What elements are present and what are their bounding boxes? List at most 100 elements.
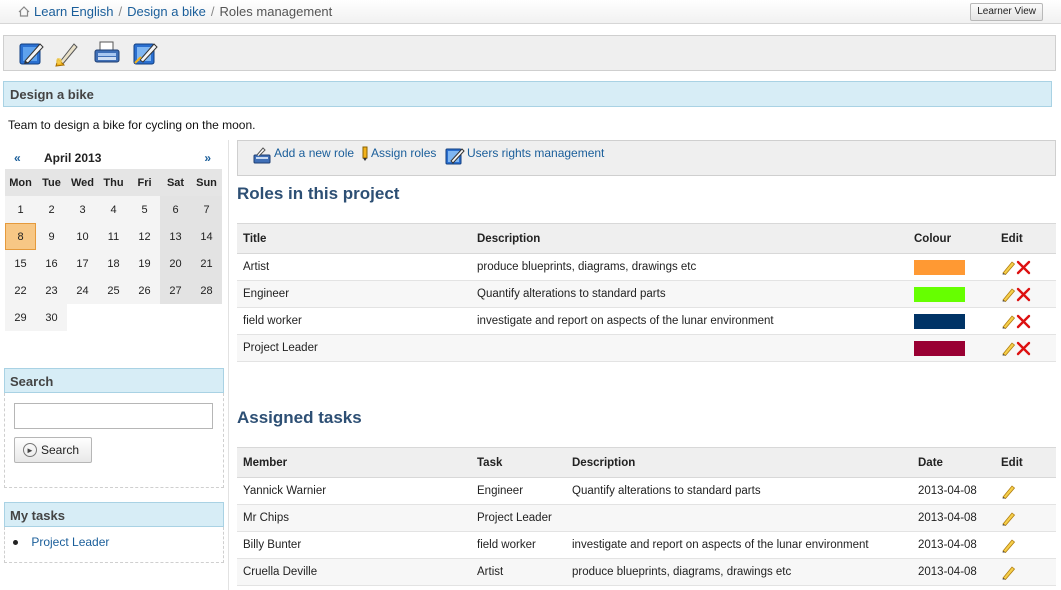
column-header-description: Description <box>471 223 908 254</box>
calendar-day[interactable]: 4 <box>98 196 129 223</box>
assigned-heading: Assigned tasks <box>237 408 362 427</box>
search-block-title: Search <box>4 368 224 393</box>
calendar-day[interactable]: 15 <box>5 250 36 277</box>
calendar-day[interactable]: 10 <box>67 223 98 250</box>
roles-table: Title Description Colour Edit Artist prod… <box>237 223 1056 362</box>
chevron-right-icon: ► <box>23 443 37 457</box>
role-colour-cell <box>908 253 995 281</box>
course-description: Team to design a bike for cycling on the… <box>8 118 256 132</box>
calendar-day[interactable]: 27 <box>160 277 191 304</box>
calendar-day[interactable]: 3 <box>67 196 98 223</box>
calendar-day[interactable]: 24 <box>67 277 98 304</box>
calendar-day-name: Sat <box>160 169 191 196</box>
calendar-day[interactable]: 29 <box>5 304 36 331</box>
assigned-member: Billy Bunter <box>237 531 471 559</box>
calendar-day[interactable]: 25 <box>98 277 129 304</box>
calendar-day[interactable]: 28 <box>191 277 222 304</box>
calendar-day[interactable]: 13 <box>160 223 191 250</box>
assigned-description: Quantify alterations to standard parts <box>566 477 912 505</box>
edit-pencil-icon[interactable] <box>1001 511 1016 526</box>
table-row: field worker investigate and report on as… <box>237 307 1056 335</box>
calendar-day[interactable]: 23 <box>36 277 67 304</box>
delete-x-icon[interactable] <box>1016 341 1031 356</box>
search-button[interactable]: ► Search <box>14 437 92 463</box>
calendar-day[interactable]: 6 <box>160 196 191 223</box>
role-title: Artist <box>237 253 471 281</box>
user-rights-link[interactable]: Users rights management <box>445 146 604 166</box>
edit-settings-icon[interactable] <box>131 39 159 67</box>
role-colour-swatch <box>914 286 965 302</box>
column-divider <box>228 140 229 590</box>
assigned-member: Mr Chips <box>237 504 471 532</box>
role-description: produce blueprints, diagrams, drawings e… <box>471 253 908 281</box>
calendar-day-name: Tue <box>36 169 67 196</box>
calendar-day[interactable]: 12 <box>129 223 160 250</box>
assigned-date: 2013-04-08 <box>912 558 995 586</box>
delete-x-icon[interactable] <box>1016 260 1031 275</box>
assigned-edit-actions <box>995 531 1056 559</box>
add-role-link[interactable]: Add a new role <box>252 146 354 166</box>
calendar-day[interactable]: 14 <box>191 223 222 250</box>
search-button-label: Search <box>41 443 80 457</box>
calendar-day-name: Thu <box>98 169 129 196</box>
role-colour-swatch <box>914 340 965 356</box>
course-toolbar <box>3 35 1056 71</box>
calendar-day[interactable]: 9 <box>36 223 67 250</box>
edit-pencil-icon[interactable] <box>1001 538 1016 553</box>
edit-pencil-icon[interactable] <box>1001 287 1016 302</box>
calendar-day[interactable]: 22 <box>5 277 36 304</box>
role-edit-actions <box>995 334 1056 362</box>
my-tasks-title: My tasks <box>4 502 224 527</box>
assign-roles-label: Assign roles <box>371 146 437 160</box>
role-colour-swatch <box>914 259 965 275</box>
edit-pencil-icon[interactable] <box>1001 314 1016 329</box>
calendar-day[interactable]: 21 <box>191 250 222 277</box>
calendar-day[interactable]: 20 <box>160 250 191 277</box>
roles-heading: Roles in this project <box>237 184 400 203</box>
brush-edit-icon[interactable] <box>53 39 81 67</box>
delete-x-icon[interactable] <box>1016 314 1031 329</box>
calendar-day[interactable]: 17 <box>67 250 98 277</box>
breadcrumb-separator: / <box>210 4 215 19</box>
assigned-task: Project Leader <box>471 504 566 532</box>
table-row: Artist produce blueprints, diagrams, draw… <box>237 253 1056 281</box>
calendar-day[interactable]: 7 <box>191 196 222 223</box>
role-edit-actions <box>995 280 1056 308</box>
calendar-day[interactable]: 16 <box>36 250 67 277</box>
calendar-day[interactable]: 1 <box>5 196 36 223</box>
calendar-day[interactable]: 19 <box>129 250 160 277</box>
user-rights-icon <box>445 148 465 165</box>
edit-pencil-icon[interactable] <box>1001 484 1016 499</box>
calendar-day[interactable]: 26 <box>129 277 160 304</box>
edit-pencil-icon[interactable] <box>1001 341 1016 356</box>
edit-pencil-icon[interactable] <box>1001 260 1016 275</box>
my-tasks-block: My tasks Project Leader <box>4 502 224 563</box>
role-edit-actions <box>995 253 1056 281</box>
assign-roles-link[interactable]: Assign roles <box>362 146 436 162</box>
delete-x-icon[interactable] <box>1016 287 1031 302</box>
course-title: Design a bike <box>3 81 1052 107</box>
printer-icon[interactable] <box>93 39 121 67</box>
learner-view-button[interactable]: Learner View <box>970 3 1043 21</box>
column-header-edit: Edit <box>995 223 1056 254</box>
my-task-link[interactable]: Project Leader <box>31 535 109 549</box>
calendar-next-month[interactable]: » <box>204 151 211 165</box>
search-input[interactable] <box>14 403 213 429</box>
calendar-day[interactable]: 5 <box>129 196 160 223</box>
calendar-day-today[interactable]: 8 <box>5 223 36 250</box>
edit-pencil-icon[interactable] <box>1001 565 1016 580</box>
table-row: Cruella Deville Artist produce blueprints,… <box>237 558 1056 586</box>
calendar-day[interactable]: 18 <box>98 250 129 277</box>
home-icon[interactable] <box>18 6 30 17</box>
assigned-date: 2013-04-08 <box>912 531 995 559</box>
calendar-prev-month[interactable]: « <box>14 151 21 165</box>
column-header-date: Date <box>912 447 995 478</box>
edit-description-icon[interactable] <box>17 39 45 67</box>
calendar-day[interactable]: 30 <box>36 304 67 331</box>
breadcrumb-link-design-a-bike[interactable]: Design a bike <box>127 4 206 19</box>
calendar-day-name: Sun <box>191 169 222 196</box>
calendar-day[interactable]: 2 <box>36 196 67 223</box>
role-title: Project Leader <box>237 334 471 362</box>
calendar-day[interactable]: 11 <box>98 223 129 250</box>
breadcrumb-link-learn-english[interactable]: Learn English <box>34 4 114 19</box>
